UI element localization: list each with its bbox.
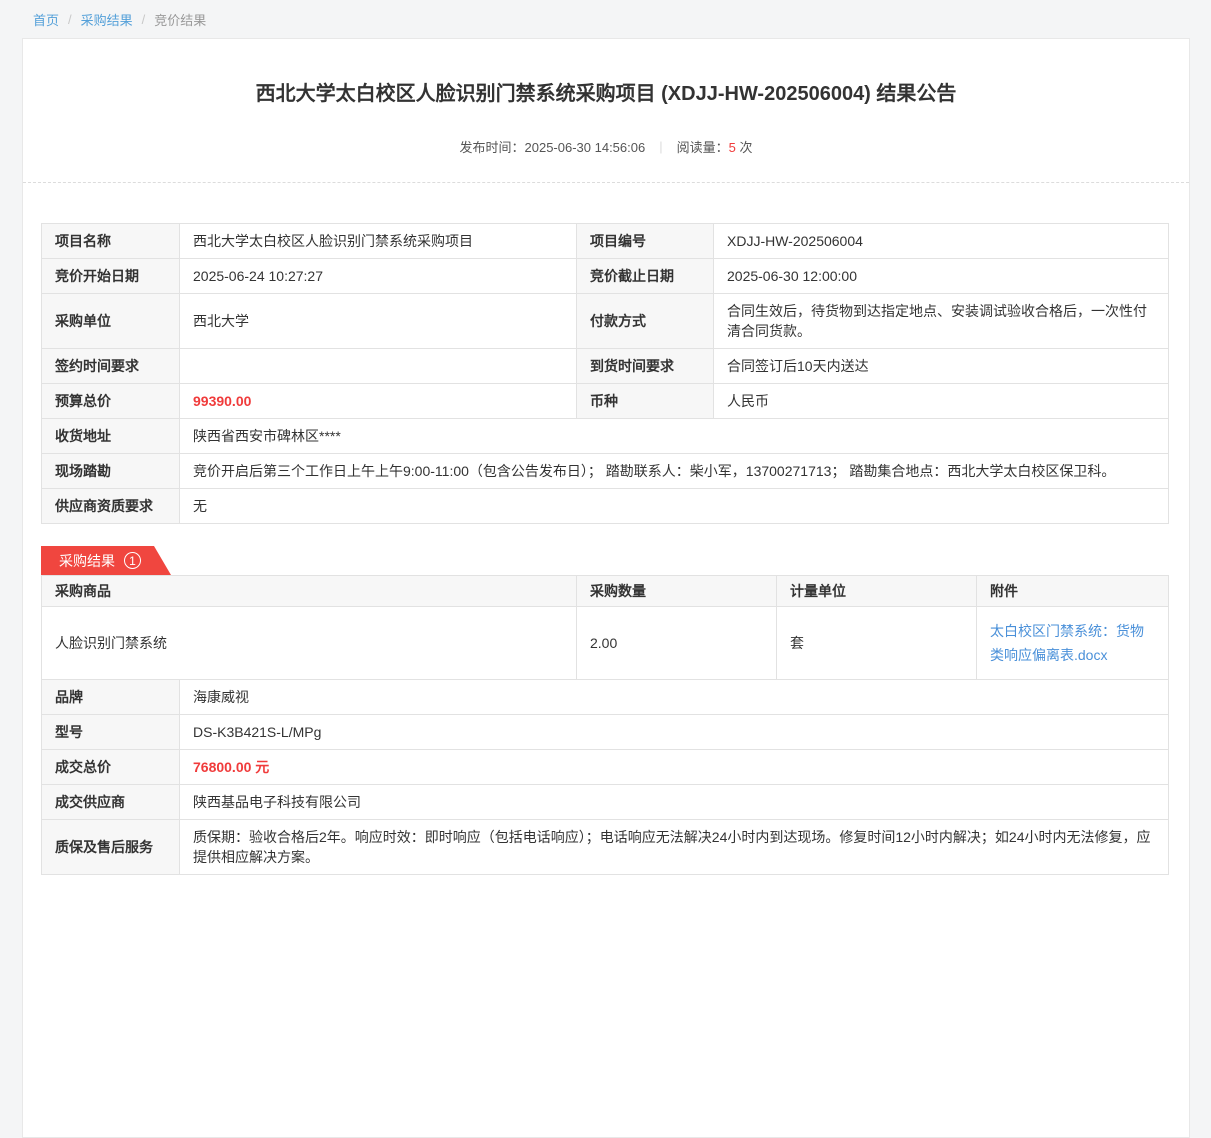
page-title: 西北大学太白校区人脸识别门禁系统采购项目 (XDJJ-HW-202506004)… bbox=[83, 81, 1129, 107]
project-name-value: 西北大学太白校区人脸识别门禁系统采购项目 bbox=[180, 224, 577, 259]
brand-value: 海康威视 bbox=[180, 680, 1169, 715]
unit-column-header: 计量单位 bbox=[777, 576, 977, 607]
bid-start-value: 2025-06-24 10:27:27 bbox=[180, 259, 577, 294]
read-count-value: 5 bbox=[729, 140, 736, 155]
delivery-time-label: 到货时间要求 bbox=[577, 349, 714, 384]
model-value: DS-K3B421S-L/MPg bbox=[180, 715, 1169, 750]
brand-label: 品牌 bbox=[42, 680, 180, 715]
project-name-label: 项目名称 bbox=[42, 224, 180, 259]
result-detail-table: 品牌 海康威视 型号 DS-K3B421S-L/MPg 成交总价 76800.0… bbox=[41, 679, 1169, 875]
table-row: 品牌 海康威视 bbox=[42, 680, 1169, 715]
product-unit-cell: 套 bbox=[777, 607, 977, 680]
breadcrumb: 首页 / 采购结果 / 竞价结果 bbox=[0, 0, 1211, 38]
currency-label: 币种 bbox=[577, 384, 714, 419]
title-block: 西北大学太白校区人脸识别门禁系统采购项目 (XDJJ-HW-202506004)… bbox=[23, 39, 1189, 182]
project-info-table: 项目名称 西北大学太白校区人脸识别门禁系统采购项目 项目编号 XDJJ-HW-2… bbox=[41, 223, 1169, 524]
publish-time-label: 发布时间： bbox=[459, 140, 524, 155]
breadcrumb-purchase-results-link[interactable]: 采购结果 bbox=[81, 10, 133, 29]
read-count-unit: 次 bbox=[739, 140, 752, 155]
signing-time-label: 签约时间要求 bbox=[42, 349, 180, 384]
table-row: 供应商资质要求 无 bbox=[42, 489, 1169, 524]
site-survey-value: 竞价开启后第三个工作日上午上午9:00-11:00（包含公告发布日）； 踏勘联系… bbox=[180, 454, 1169, 489]
breadcrumb-home-link[interactable]: 首页 bbox=[33, 10, 59, 29]
attachment-column-header: 附件 bbox=[977, 576, 1169, 607]
table-row: 签约时间要求 到货时间要求 合同签订后10天内送达 bbox=[42, 349, 1169, 384]
deal-total-price-value: 76800.00 元 bbox=[180, 750, 1169, 785]
table-row: 成交总价 76800.00 元 bbox=[42, 750, 1169, 785]
read-count: 阅读量：5 次 bbox=[677, 137, 753, 156]
product-table: 采购商品 采购数量 计量单位 附件 人脸识别门禁系统 2.00 套 太白校区门禁… bbox=[41, 575, 1169, 680]
purchaser-label: 采购单位 bbox=[42, 294, 180, 349]
publish-time: 发布时间：2025-06-30 14:56:06 bbox=[459, 137, 645, 156]
product-row: 人脸识别门禁系统 2.00 套 太白校区门禁系统：货物类响应偏离表.docx bbox=[42, 607, 1169, 680]
read-count-label: 阅读量： bbox=[677, 140, 729, 155]
product-attachment-cell: 太白校区门禁系统：货物类响应偏离表.docx bbox=[977, 607, 1169, 680]
breadcrumb-separator: / bbox=[68, 12, 72, 27]
meta-divider: | bbox=[659, 139, 662, 154]
purchase-result-badge-label: 采购结果 bbox=[59, 551, 115, 571]
delivery-time-value: 合同签订后10天内送达 bbox=[714, 349, 1169, 384]
warranty-service-label: 质保及售后服务 bbox=[42, 820, 180, 875]
bid-deadline-value: 2025-06-30 12:00:00 bbox=[714, 259, 1169, 294]
model-label: 型号 bbox=[42, 715, 180, 750]
project-number-label: 项目编号 bbox=[577, 224, 714, 259]
warranty-service-value: 质保期：验收合格后2年。响应时效：即时响应（包括电话响应）；电话响应无法解决24… bbox=[180, 820, 1169, 875]
breadcrumb-separator: / bbox=[142, 12, 146, 27]
site-survey-label: 现场踏勘 bbox=[42, 454, 180, 489]
supplier-qualification-value: 无 bbox=[180, 489, 1169, 524]
announcement-meta: 发布时间：2025-06-30 14:56:06 | 阅读量：5 次 bbox=[23, 137, 1189, 182]
product-column-header: 采购商品 bbox=[42, 576, 577, 607]
product-table-header-row: 采购商品 采购数量 计量单位 附件 bbox=[42, 576, 1169, 607]
deal-total-price-label: 成交总价 bbox=[42, 750, 180, 785]
currency-value: 人民币 bbox=[714, 384, 1169, 419]
budget-total-value: 99390.00 bbox=[180, 384, 577, 419]
product-quantity-cell: 2.00 bbox=[577, 607, 777, 680]
purchase-result-count-badge: 1 bbox=[124, 552, 141, 569]
table-row: 竞价开始日期 2025-06-24 10:27:27 竞价截止日期 2025-0… bbox=[42, 259, 1169, 294]
attachment-docx-link[interactable]: 太白校区门禁系统：货物类响应偏离表.docx bbox=[990, 619, 1155, 667]
bid-start-label: 竞价开始日期 bbox=[42, 259, 180, 294]
table-row: 成交供应商 陕西基品电子科技有限公司 bbox=[42, 785, 1169, 820]
table-row: 收货地址 陕西省西安市碑林区**** bbox=[42, 419, 1169, 454]
supplier-qualification-label: 供应商资质要求 bbox=[42, 489, 180, 524]
table-row: 型号 DS-K3B421S-L/MPg bbox=[42, 715, 1169, 750]
purchaser-value: 西北大学 bbox=[180, 294, 577, 349]
delivery-address-value: 陕西省西安市碑林区**** bbox=[180, 419, 1169, 454]
table-row: 质保及售后服务 质保期：验收合格后2年。响应时效：即时响应（包括电话响应）；电话… bbox=[42, 820, 1169, 875]
publish-time-value: 2025-06-30 14:56:06 bbox=[525, 140, 646, 155]
table-row: 预算总价 99390.00 币种 人民币 bbox=[42, 384, 1169, 419]
table-row: 项目名称 西北大学太白校区人脸识别门禁系统采购项目 项目编号 XDJJ-HW-2… bbox=[42, 224, 1169, 259]
table-row: 采购单位 西北大学 付款方式 合同生效后，待货物到达指定地点、安装调试验收合格后… bbox=[42, 294, 1169, 349]
table-row: 现场踏勘 竞价开启后第三个工作日上午上午9:00-11:00（包含公告发布日）；… bbox=[42, 454, 1169, 489]
breadcrumb-current-page: 竞价结果 bbox=[154, 10, 206, 29]
purchase-result-badge: 采购结果 1 bbox=[41, 546, 171, 575]
budget-total-label: 预算总价 bbox=[42, 384, 180, 419]
delivery-address-label: 收货地址 bbox=[42, 419, 180, 454]
project-number-value: XDJJ-HW-202506004 bbox=[714, 224, 1169, 259]
payment-method-label: 付款方式 bbox=[577, 294, 714, 349]
product-name-cell: 人脸识别门禁系统 bbox=[42, 607, 577, 680]
quantity-column-header: 采购数量 bbox=[577, 576, 777, 607]
winning-supplier-value: 陕西基品电子科技有限公司 bbox=[180, 785, 1169, 820]
winning-supplier-label: 成交供应商 bbox=[42, 785, 180, 820]
payment-method-value: 合同生效后，待货物到达指定地点、安装调试验收合格后，一次性付清合同货款。 bbox=[714, 294, 1169, 349]
signing-time-value bbox=[180, 349, 577, 384]
announcement-card: 西北大学太白校区人脸识别门禁系统采购项目 (XDJJ-HW-202506004)… bbox=[22, 38, 1190, 1138]
bid-deadline-label: 竞价截止日期 bbox=[577, 259, 714, 294]
card-content: 项目名称 西北大学太白校区人脸识别门禁系统采购项目 项目编号 XDJJ-HW-2… bbox=[23, 183, 1189, 875]
